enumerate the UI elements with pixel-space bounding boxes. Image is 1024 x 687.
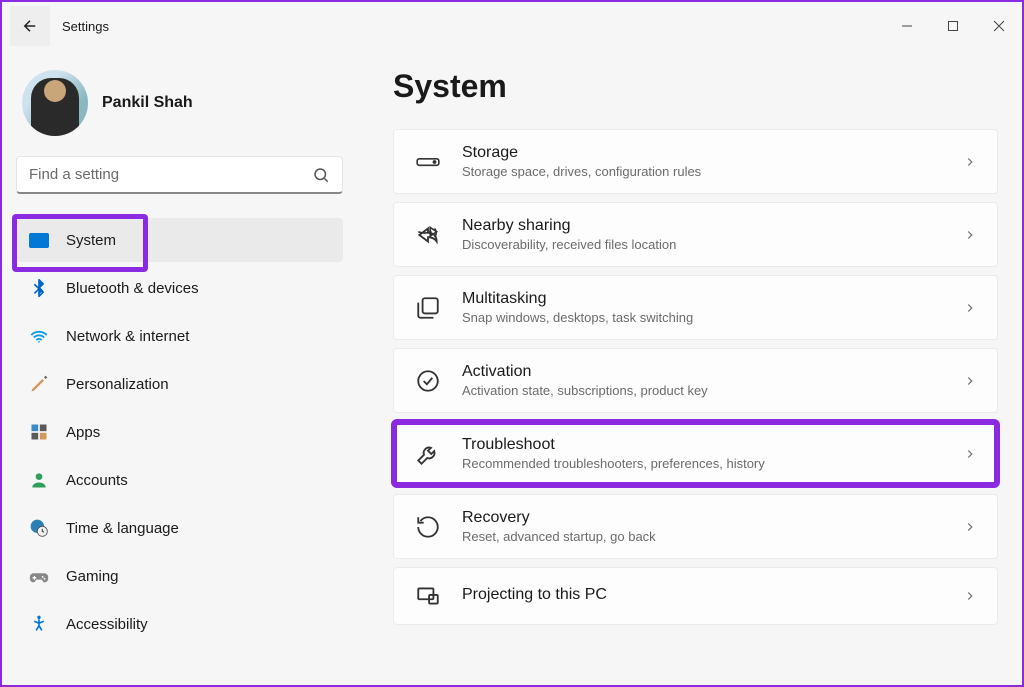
card-text: Activation Activation state, subscriptio… (462, 363, 963, 398)
accessibility-icon (28, 613, 50, 635)
recovery-icon (414, 513, 442, 541)
chevron-right-icon (963, 228, 977, 242)
minimize-button[interactable] (884, 10, 930, 42)
chevron-right-icon (963, 589, 977, 603)
minimize-icon (901, 20, 913, 32)
maximize-icon (947, 20, 959, 32)
setting-multitasking[interactable]: Multitasking Snap windows, desktops, tas… (393, 275, 998, 340)
storage-icon (414, 148, 442, 176)
setting-activation[interactable]: Activation Activation state, subscriptio… (393, 348, 998, 413)
nav-list: System Bluetooth & devices Network & int… (16, 218, 343, 646)
sidebar-item-label: Accounts (66, 472, 128, 489)
card-subtitle: Snap windows, desktops, task switching (462, 310, 963, 325)
card-text: Projecting to this PC (462, 586, 963, 606)
maximize-button[interactable] (930, 10, 976, 42)
share-icon (414, 221, 442, 249)
card-title: Storage (462, 144, 963, 162)
card-title: Nearby sharing (462, 217, 963, 235)
chevron-right-icon (963, 447, 977, 461)
setting-storage[interactable]: Storage Storage space, drives, configura… (393, 129, 998, 194)
card-subtitle: Recommended troubleshooters, preferences… (462, 456, 963, 471)
card-text: Storage Storage space, drives, configura… (462, 144, 963, 179)
setting-recovery[interactable]: Recovery Reset, advanced startup, go bac… (393, 494, 998, 559)
card-subtitle: Discoverability, received files location (462, 237, 963, 252)
card-text: Troubleshoot Recommended troubleshooters… (462, 436, 963, 471)
card-title: Troubleshoot (462, 436, 963, 454)
content-area: Pankil Shah System Bluetooth & devices (2, 50, 1022, 685)
sidebar-item-label: System (66, 232, 116, 249)
wrench-icon (414, 440, 442, 468)
app-title: Settings (62, 19, 109, 34)
sidebar-item-system[interactable]: System (16, 218, 343, 262)
wifi-icon (28, 325, 50, 347)
chevron-right-icon (963, 301, 977, 315)
globe-clock-icon (28, 517, 50, 539)
chevron-right-icon (963, 520, 977, 534)
sidebar-item-label: Personalization (66, 376, 169, 393)
projecting-icon (414, 582, 442, 610)
card-text: Multitasking Snap windows, desktops, tas… (462, 290, 963, 325)
sidebar-item-label: Time & language (66, 520, 179, 537)
settings-list: Storage Storage space, drives, configura… (393, 129, 998, 629)
sidebar-item-personalization[interactable]: Personalization (16, 362, 343, 406)
close-icon (993, 20, 1005, 32)
sidebar: Pankil Shah System Bluetooth & devices (2, 50, 357, 685)
card-title: Recovery (462, 509, 963, 527)
card-title: Activation (462, 363, 963, 381)
card-title: Multitasking (462, 290, 963, 308)
person-icon (28, 469, 50, 491)
card-subtitle: Activation state, subscriptions, product… (462, 383, 963, 398)
sidebar-item-gaming[interactable]: Gaming (16, 554, 343, 598)
sidebar-item-label: Network & internet (66, 328, 189, 345)
page-title: System (393, 68, 998, 105)
setting-nearby-sharing[interactable]: Nearby sharing Discoverability, received… (393, 202, 998, 267)
card-title: Projecting to this PC (462, 586, 963, 604)
bluetooth-icon (28, 277, 50, 299)
arrow-left-icon (21, 17, 39, 35)
card-text: Nearby sharing Discoverability, received… (462, 217, 963, 252)
paintbrush-icon (28, 373, 50, 395)
sidebar-item-label: Accessibility (66, 616, 148, 633)
user-profile[interactable]: Pankil Shah (16, 62, 343, 152)
search-input[interactable] (29, 166, 312, 183)
sidebar-item-label: Bluetooth & devices (66, 280, 199, 297)
card-text: Recovery Reset, advanced startup, go bac… (462, 509, 963, 544)
sidebar-item-apps[interactable]: Apps (16, 410, 343, 454)
system-icon (28, 229, 50, 251)
sidebar-item-bluetooth[interactable]: Bluetooth & devices (16, 266, 343, 310)
sidebar-item-label: Apps (66, 424, 100, 441)
gamepad-icon (28, 565, 50, 587)
setting-troubleshoot[interactable]: Troubleshoot Recommended troubleshooters… (393, 421, 998, 486)
chevron-right-icon (963, 374, 977, 388)
checkmark-circle-icon (414, 367, 442, 395)
main-panel: System Storage Storage space, drives, co… (357, 50, 1022, 685)
search-box[interactable] (16, 156, 343, 194)
setting-projecting[interactable]: Projecting to this PC (393, 567, 998, 625)
sidebar-item-label: Gaming (66, 568, 119, 585)
close-button[interactable] (976, 10, 1022, 42)
chevron-right-icon (963, 155, 977, 169)
multitasking-icon (414, 294, 442, 322)
sidebar-item-time[interactable]: Time & language (16, 506, 343, 550)
avatar (22, 70, 88, 136)
titlebar: Settings (2, 2, 1022, 50)
sidebar-item-accounts[interactable]: Accounts (16, 458, 343, 502)
card-subtitle: Reset, advanced startup, go back (462, 529, 963, 544)
window-controls (884, 10, 1022, 42)
search-icon (312, 166, 330, 184)
card-subtitle: Storage space, drives, configuration rul… (462, 164, 963, 179)
apps-icon (28, 421, 50, 443)
sidebar-item-network[interactable]: Network & internet (16, 314, 343, 358)
username: Pankil Shah (102, 94, 193, 112)
back-button[interactable] (10, 6, 50, 46)
sidebar-item-accessibility[interactable]: Accessibility (16, 602, 343, 646)
